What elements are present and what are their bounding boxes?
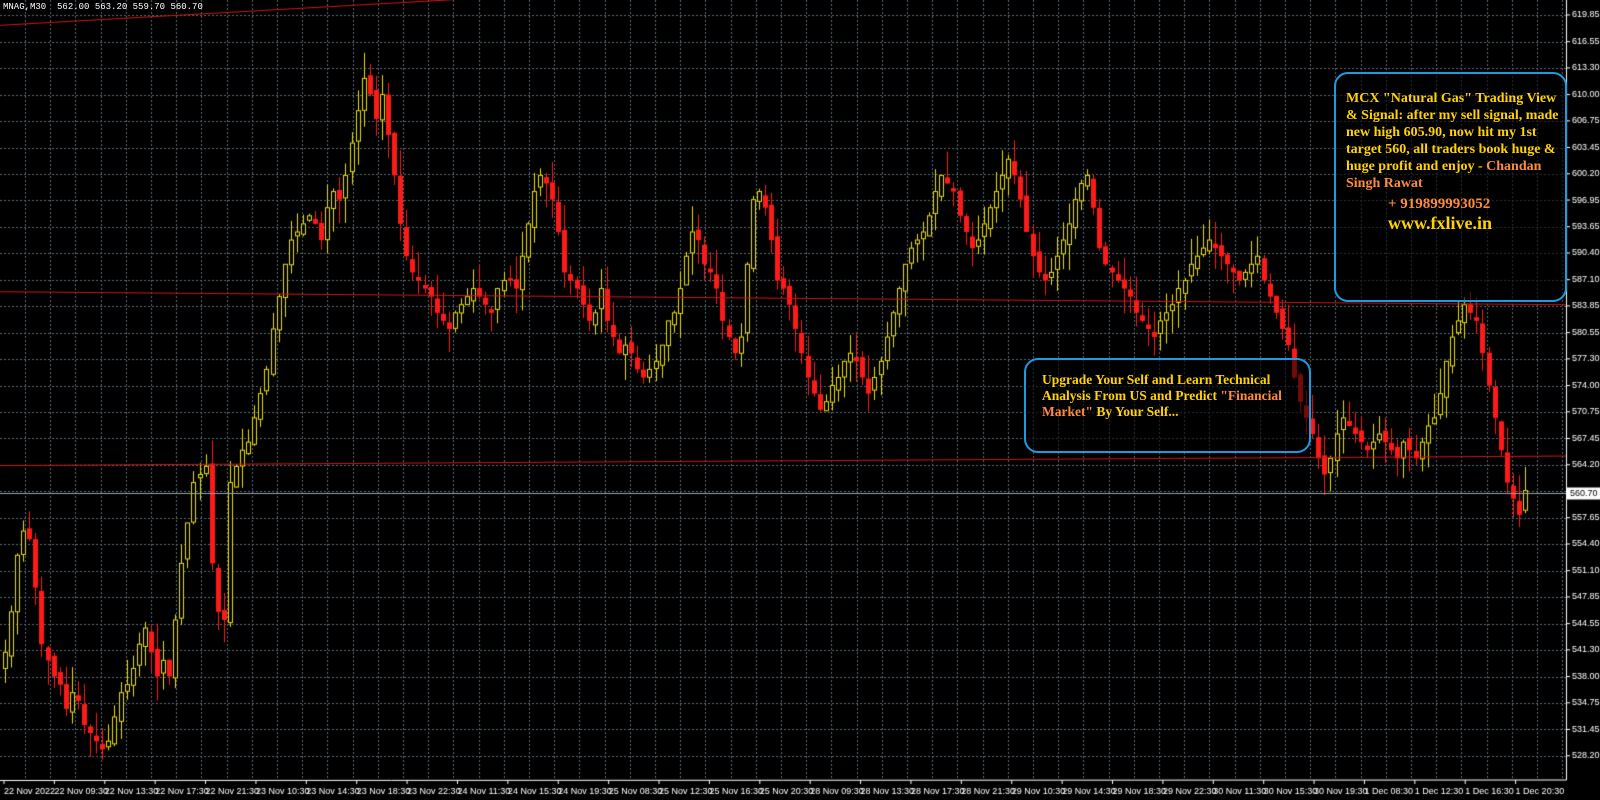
upgrade-text-after: By Your Self...	[1092, 404, 1179, 419]
website-link[interactable]: www.fxlive.in	[1346, 214, 1559, 232]
upgrade-callout: Upgrade Your Self and Learn Technical An…	[1024, 358, 1311, 453]
signal-callout: MCX "Natural Gas" Trading View & Signal:…	[1334, 72, 1567, 302]
ohlc-readout: 562.00 563.20 559.70 560.70	[57, 2, 203, 12]
symbol-label: MNAG,M30	[3, 2, 47, 12]
phone-number: + 919899993052	[1388, 196, 1491, 212]
chart-header: MNAG,M30 562.00 563.20 559.70 560.70	[3, 2, 203, 12]
